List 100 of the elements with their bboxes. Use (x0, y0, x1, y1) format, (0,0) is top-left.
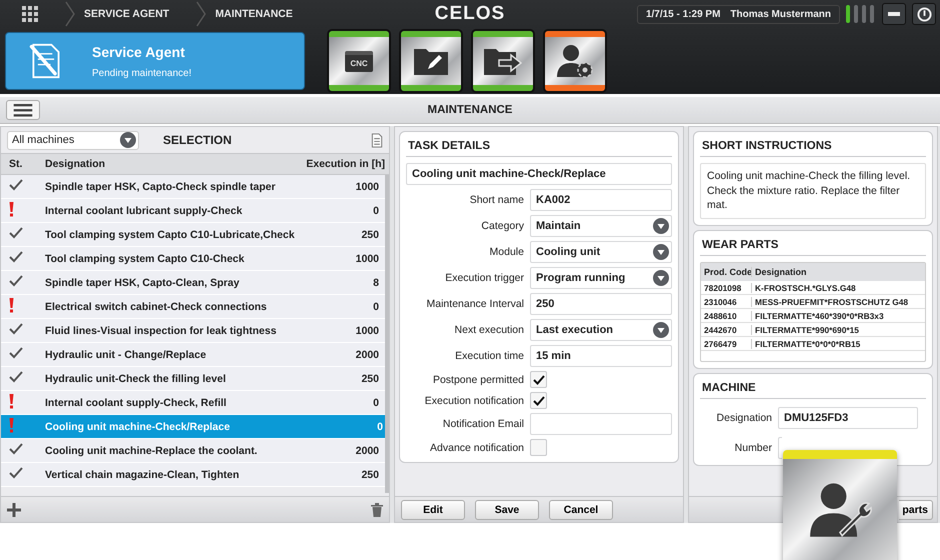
delete-button[interactable] (371, 502, 383, 516)
task-designation: Electrical switch cabinet-Check connections (45, 300, 268, 312)
task-row[interactable]: Hydraulic unit-Check the filling level 250 (1, 367, 385, 391)
task-row[interactable]: Internal coolant lubricant supply-Check 0 (1, 199, 385, 223)
execution-hours: 1000 (356, 180, 379, 192)
input-field[interactable]: 15 min (530, 345, 672, 367)
check-icon (9, 467, 23, 479)
task-row[interactable]: Fluid lines-Visual inspection for leak tightness 1000 (1, 319, 385, 343)
power-icon (916, 6, 932, 22)
execution-hours: 250 (361, 228, 379, 240)
breadcrumb-separator-icon (195, 1, 208, 27)
dropdown-icon[interactable] (653, 218, 669, 234)
task-row[interactable]: Electrical switch cabinet-Check connections 0 (1, 295, 385, 319)
task-designation: Tool clamping system Capto C10-Check (45, 252, 246, 264)
execution-hours: 250 (361, 372, 379, 384)
notification-title: Service Agent (92, 44, 186, 60)
field-label: Execution trigger (444, 272, 524, 284)
task-designation: Hydraulic unit-Check the filling level (45, 372, 227, 384)
check-icon (532, 396, 544, 406)
check-icon (9, 443, 23, 455)
input-field[interactable] (778, 437, 782, 460)
dropdown-icon[interactable] (653, 270, 669, 286)
breadcrumb[interactable]: MAINTENANCE (215, 8, 293, 20)
alert-icon (9, 418, 14, 432)
instructions-text: Cooling unit machine-Check the filling level. Check the mixture ratio. Replace the filter mat. (700, 163, 926, 220)
breadcrumb[interactable]: SERVICE AGENT (84, 8, 170, 20)
task-row[interactable]: Cooling unit machine-Replace the coolant. 2000 (1, 439, 385, 463)
task-name-field[interactable]: Cooling unit machine-Check/Replace (406, 163, 672, 185)
input-field[interactable]: DMU125FD3 (778, 407, 918, 430)
input-field[interactable]: KA002 (530, 189, 672, 211)
check-icon (9, 323, 23, 335)
task-designation: Hydraulic unit - Change/Replace (45, 348, 208, 360)
minimize-button[interactable] (882, 3, 906, 25)
table-cell: FILTERMATTE*0*0*0*RB15 (751, 338, 925, 349)
dropdown-icon[interactable] (653, 244, 669, 260)
execution-hours: 0 (377, 420, 383, 432)
column-header: St. (9, 158, 24, 170)
check-icon (9, 347, 23, 359)
field-label: Maintenance Interval (426, 298, 524, 310)
checkbox[interactable] (530, 371, 547, 388)
trash-icon (371, 502, 383, 516)
column-header: Designation (45, 158, 106, 170)
check-icon (9, 179, 23, 191)
task-designation: Tool clamping system Capto C10-Lubricate,Check (45, 228, 296, 240)
select-field[interactable]: Last execution (530, 319, 672, 341)
action-button[interactable]: Edit (401, 500, 465, 520)
task-row[interactable]: Internal coolant supply-Check, Refill 0 (1, 391, 385, 415)
select-field[interactable]: Maintain (530, 215, 672, 237)
execution-hours: 1000 (356, 252, 379, 264)
power-button[interactable] (912, 3, 936, 25)
execution-hours: 0 (373, 204, 379, 216)
alert-icon (9, 394, 14, 408)
checkbox[interactable] (530, 392, 547, 409)
menu-icon (13, 104, 33, 116)
page-title: MAINTENANCE (428, 104, 512, 116)
checkbox[interactable] (530, 439, 547, 456)
cnc-screen-icon: CNC (345, 50, 373, 72)
task-designation: Spindle taper HSK, Capto-Clean, Spray (45, 276, 240, 288)
input-field[interactable] (530, 413, 672, 435)
dropdown-icon[interactable] (120, 132, 136, 148)
user-gear-icon (555, 43, 595, 79)
execution-hours: 8 (373, 276, 379, 288)
app-tile[interactable] (545, 31, 605, 91)
action-button[interactable]: Save (475, 500, 539, 520)
document-icon[interactable] (371, 132, 383, 148)
select-field[interactable]: Program running (530, 267, 672, 289)
execution-hours: 2000 (356, 348, 379, 360)
dropdown-icon[interactable] (653, 322, 669, 338)
task-designation: Vertical chain magazine-Clean, Tighten (45, 468, 240, 480)
task-row[interactable]: Tool clamping system Capto C10-Check 1000 (1, 247, 385, 271)
table-cell: FILTERMATTE*990*690*15 (751, 324, 925, 335)
check-icon (9, 251, 23, 263)
task-row[interactable]: Hydraulic unit - Change/Replace 2000 (1, 343, 385, 367)
action-button[interactable]: Cancel (549, 500, 613, 520)
select-field[interactable]: Cooling unit (530, 241, 672, 263)
card-title: WEAR PARTS (700, 235, 926, 256)
execution-hours: 2000 (356, 444, 379, 456)
task-designation: Internal coolant lubricant supply-Check (45, 204, 244, 216)
parts-button[interactable]: parts (899, 500, 933, 520)
task-row[interactable]: Spindle taper HSK, Capto-Check spindle taper 1000 (1, 175, 385, 199)
machine-filter-dropdown[interactable]: All machines (7, 130, 139, 150)
app-tile[interactable] (401, 31, 461, 91)
add-button[interactable] (7, 502, 21, 516)
status-display: 1/7/15 - 1:29 PM Thomas Mustermann (636, 4, 840, 24)
app-grid-icon[interactable] (22, 6, 38, 22)
task-designation: Internal coolant supply-Check, Refill (45, 396, 228, 408)
task-row[interactable]: Spindle taper HSK, Capto-Clean, Spray 8 (1, 271, 385, 295)
check-icon (532, 374, 544, 384)
field-label: Execution time (454, 350, 524, 362)
task-row[interactable]: Tool clamping system Capto C10-Lubricate,Check 250 (1, 223, 385, 247)
plus-icon (7, 502, 21, 516)
section-title: SELECTION (163, 133, 233, 147)
app-tile[interactable] (473, 31, 533, 91)
execution-hours: 0 (373, 300, 379, 312)
check-icon (9, 371, 23, 383)
task-row[interactable]: Vertical chain magazine-Clean, Tighten 250 (1, 463, 385, 487)
card-title: TASK DETAILS (406, 136, 672, 157)
app-tile[interactable]: CNC (329, 31, 389, 91)
menu-button[interactable] (6, 100, 40, 120)
input-field[interactable]: 250 (530, 293, 672, 315)
